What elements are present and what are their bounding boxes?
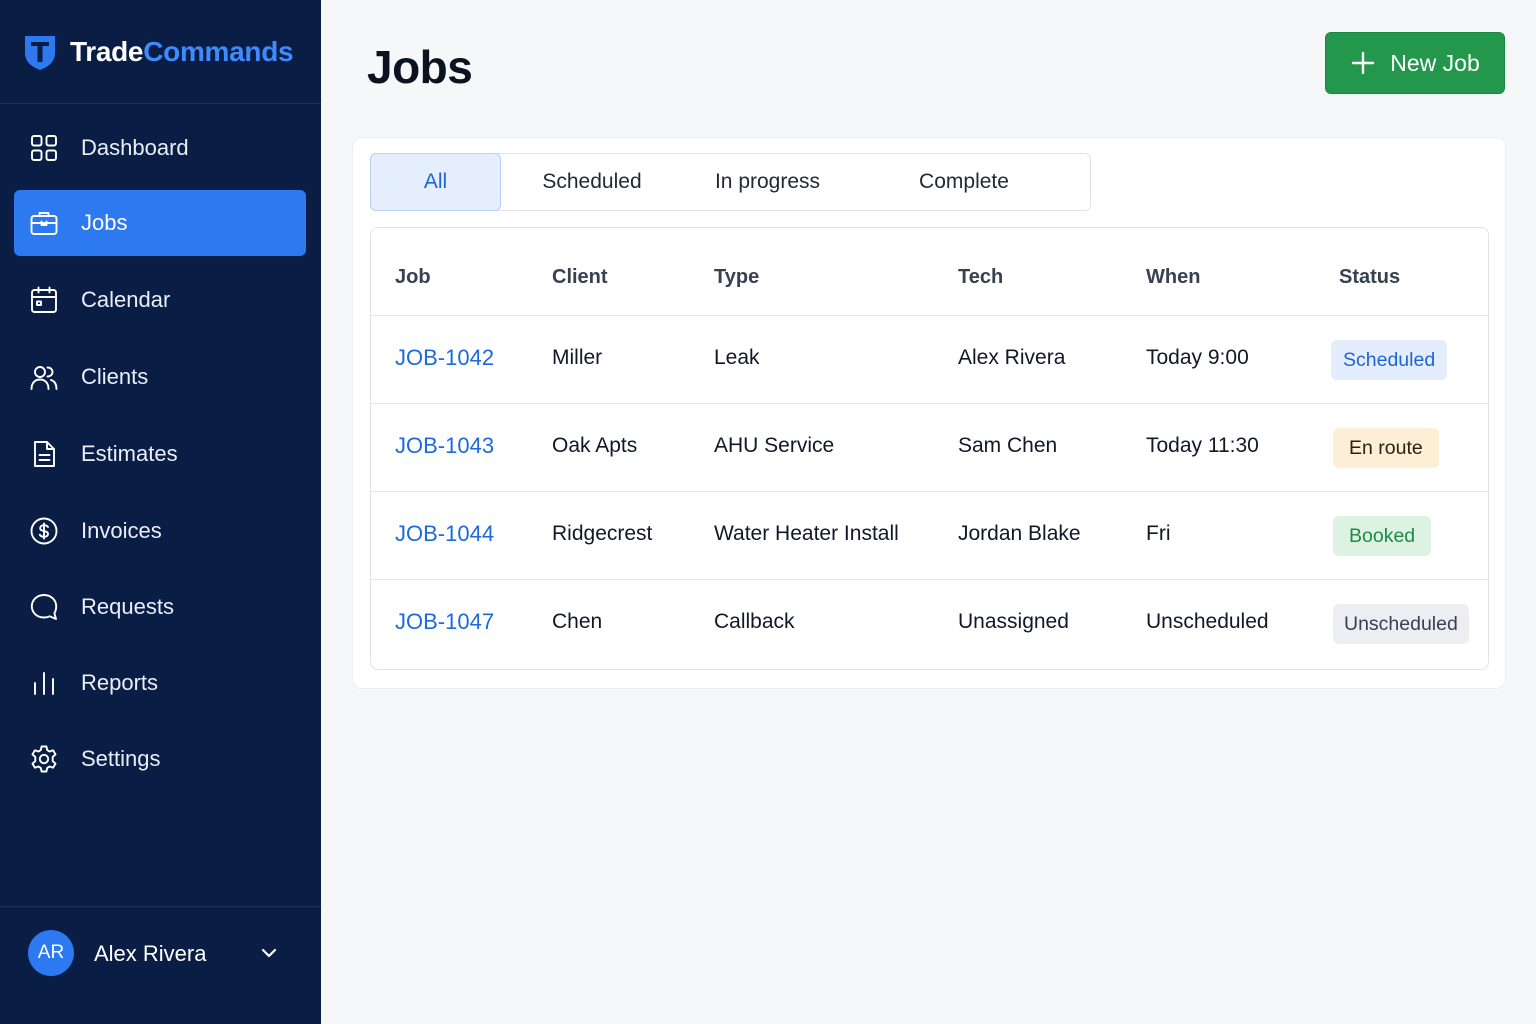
avatar: AR: [28, 930, 74, 976]
sidebar-item-label: Jobs: [81, 210, 128, 235]
dashboard-icon: [28, 132, 60, 164]
plus-icon: [1350, 50, 1376, 76]
when-cell: Today 11:30: [1146, 434, 1259, 457]
tech-cell: Sam Chen: [958, 434, 1058, 457]
job-id-link[interactable]: JOB-1047: [395, 609, 494, 635]
status-badge: Booked: [1333, 516, 1432, 556]
bar-chart-icon: [28, 667, 60, 699]
sidebar-item-label: Reports: [81, 670, 159, 695]
tech-cell: Unassigned: [958, 610, 1069, 633]
gear-icon: [28, 743, 60, 775]
tech-cell: Jordan Blake: [958, 522, 1081, 545]
column-header-when[interactable]: When: [1146, 266, 1200, 289]
calendar-icon: [28, 284, 60, 316]
job-id-link[interactable]: JOB-1042: [395, 345, 494, 371]
sidebar-item-jobs[interactable]: Jobs: [14, 190, 306, 256]
tab-scheduled[interactable]: Scheduled: [521, 154, 663, 210]
sidebar: TradeCommands Dashboard Jobs Calendar Cl…: [0, 0, 321, 1024]
dollar-icon: [28, 515, 60, 547]
sidebar-item-label: Settings: [81, 746, 161, 771]
chat-icon: [28, 591, 60, 623]
table-row[interactable]: JOB-1042 Miller Leak Alex Rivera Today 9…: [371, 316, 1488, 404]
briefcase-icon: [28, 207, 60, 239]
sidebar-item-label: Clients: [81, 364, 149, 389]
page-title: Jobs: [367, 41, 473, 93]
type-cell: Callback: [714, 610, 795, 633]
sidebar-item-estimates[interactable]: Estimates: [14, 421, 306, 487]
client-cell: Ridgecrest: [552, 522, 653, 545]
sidebar-item-label: Invoices: [81, 518, 162, 543]
sidebar-item-settings[interactable]: Settings: [14, 726, 306, 792]
table-row[interactable]: JOB-1043 Oak Apts AHU Service Sam Chen T…: [371, 404, 1488, 492]
sidebar-item-label: Dashboard: [81, 135, 189, 160]
sidebar-item-dashboard[interactable]: Dashboard: [14, 115, 306, 181]
sidebar-item-label: Calendar: [81, 287, 171, 312]
sidebar-item-label: Requests: [81, 594, 174, 619]
column-header-status[interactable]: Status: [1339, 266, 1400, 289]
job-id-link[interactable]: JOB-1044: [395, 521, 494, 547]
table-header: Job Client Type Tech When Status: [371, 228, 1488, 316]
jobs-table: Job Client Type Tech When Status JOB-104…: [370, 227, 1489, 670]
chevron-down-icon[interactable]: [258, 942, 280, 964]
when-cell: Today 9:00: [1146, 346, 1249, 369]
client-cell: Chen: [552, 610, 603, 633]
job-id-link[interactable]: JOB-1043: [395, 433, 494, 459]
client-cell: Miller: [552, 346, 603, 369]
shield-logo-icon: [22, 33, 58, 71]
user-menu[interactable]: AR Alex Rivera: [0, 906, 321, 1024]
document-icon: [28, 438, 60, 470]
type-cell: AHU Service: [714, 434, 835, 457]
user-name: Alex Rivera: [94, 941, 207, 966]
column-header-client[interactable]: Client: [552, 266, 608, 289]
jobs-card: All Scheduled In progress Complete Job C…: [352, 137, 1506, 689]
column-header-tech[interactable]: Tech: [958, 266, 1003, 289]
type-cell: Water Heater Install: [714, 522, 899, 545]
sidebar-item-reports[interactable]: Reports: [14, 650, 306, 716]
client-cell: Oak Apts: [552, 434, 638, 457]
new-job-label: New Job: [1390, 49, 1480, 76]
tab-complete[interactable]: Complete: [893, 154, 1035, 210]
table-row[interactable]: JOB-1044 Ridgecrest Water Heater Install…: [371, 492, 1488, 580]
status-filter-tabs: All Scheduled In progress Complete: [370, 153, 1091, 211]
status-badge: Unscheduled: [1333, 604, 1469, 644]
type-cell: Leak: [714, 346, 760, 369]
column-header-type[interactable]: Type: [714, 266, 759, 289]
sidebar-item-invoices[interactable]: Invoices: [14, 498, 306, 564]
sidebar-item-label: Estimates: [81, 441, 178, 466]
new-job-button[interactable]: New Job: [1325, 32, 1505, 94]
when-cell: Fri: [1146, 522, 1171, 545]
sidebar-item-requests[interactable]: Requests: [14, 574, 306, 640]
tab-all[interactable]: All: [370, 153, 501, 211]
sidebar-item-clients[interactable]: Clients: [14, 344, 306, 410]
table-row[interactable]: JOB-1047 Chen Callback Unassigned Unsche…: [371, 580, 1488, 668]
users-icon: [28, 361, 60, 393]
brand[interactable]: TradeCommands: [0, 0, 321, 104]
tab-in-progress[interactable]: In progress: [689, 154, 846, 210]
when-cell: Unscheduled: [1146, 610, 1269, 633]
brand-name: TradeCommands: [70, 35, 294, 67]
status-badge: En route: [1333, 428, 1439, 468]
tech-cell: Alex Rivera: [958, 346, 1066, 369]
sidebar-item-calendar[interactable]: Calendar: [14, 267, 306, 333]
column-header-job[interactable]: Job: [395, 266, 431, 289]
status-badge: Scheduled: [1331, 340, 1448, 380]
